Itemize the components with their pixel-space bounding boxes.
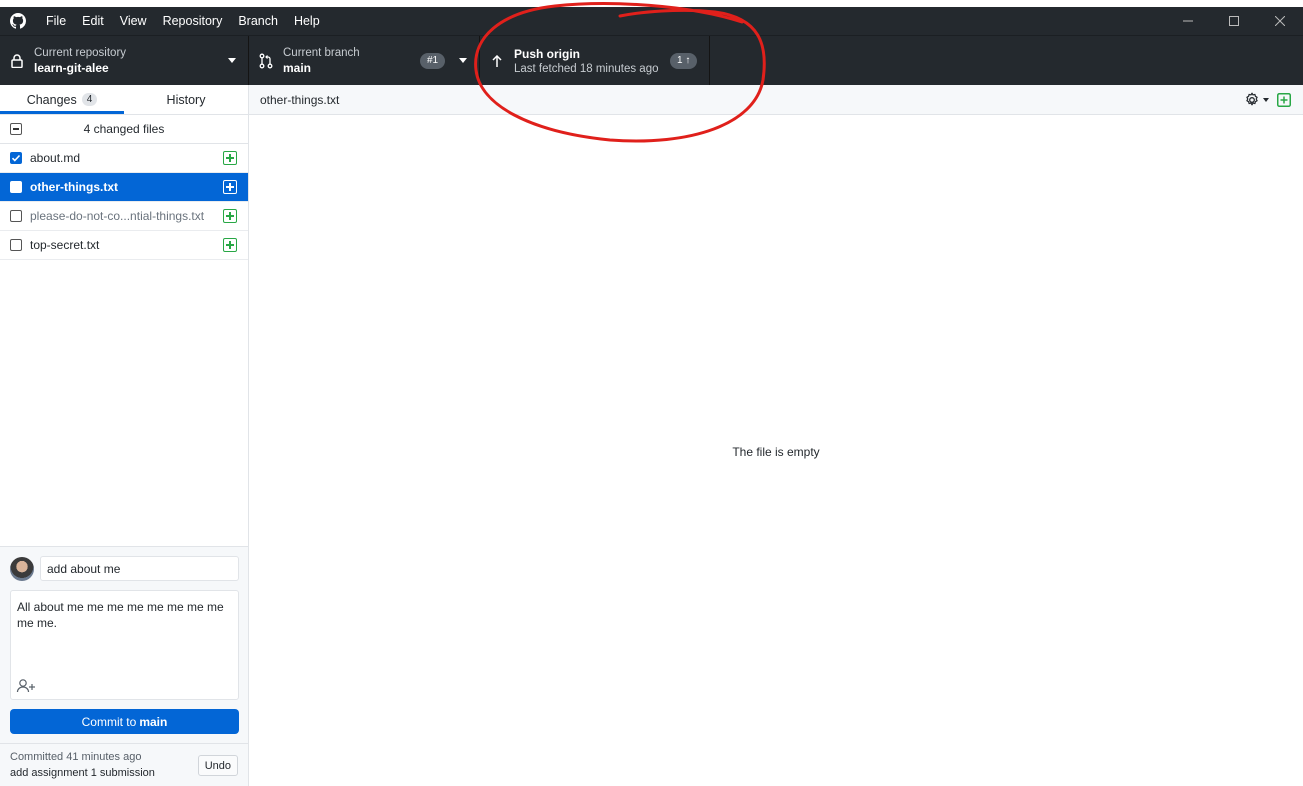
push-origin-button[interactable]: Push origin Last fetched 18 minutes ago …: [480, 36, 710, 86]
github-logo-icon: [0, 7, 36, 35]
file-row[interactable]: other-things.txt: [0, 173, 248, 202]
arrow-up-icon: [480, 55, 514, 67]
push-subtitle: Last fetched 18 minutes ago: [514, 63, 659, 75]
diff-file-path: other-things.txt: [260, 92, 340, 107]
file-added-icon: [1277, 93, 1291, 110]
sidebar-tabs: Changes 4 History: [0, 85, 248, 115]
diff-panel: other-things.txt The file is empty: [249, 85, 1303, 786]
empty-file-message: The file is empty: [732, 445, 820, 459]
avatar: [10, 557, 34, 581]
menu-file[interactable]: File: [36, 7, 74, 35]
add-coauthor-icon[interactable]: [16, 678, 36, 694]
file-added-icon: [223, 151, 237, 165]
chevron-down-icon: [1263, 98, 1269, 102]
repository-label: Current repository: [34, 47, 127, 59]
file-added-icon: [223, 209, 237, 223]
close-icon[interactable]: [1257, 7, 1303, 35]
file-name: other-things.txt: [30, 180, 118, 194]
chevron-down-icon: [459, 58, 467, 63]
branch-icon: [249, 53, 283, 69]
commit-summary-input[interactable]: [40, 556, 239, 581]
pull-request-badge[interactable]: #1: [420, 53, 446, 69]
changes-count-badge: 4: [81, 93, 98, 106]
branch-name: main: [283, 61, 312, 75]
file-checkbox[interactable]: [10, 181, 22, 193]
checkmark-icon: [11, 154, 21, 162]
file-row[interactable]: top-secret.txt: [0, 231, 248, 260]
file-name: please-do-not-co...ntial-things.txt: [30, 209, 205, 223]
commits-ahead-badge: 1 ↑: [670, 53, 698, 69]
sidebar: Changes 4 History 4 changed files about.…: [0, 85, 249, 786]
file-name: about.md: [30, 151, 81, 165]
commit-button-label: Commit to: [81, 714, 137, 729]
diff-options-button[interactable]: [1244, 92, 1269, 108]
push-title: Push origin: [514, 47, 580, 61]
current-branch-button[interactable]: Current branch main #1: [249, 36, 480, 86]
menu-repository[interactable]: Repository: [155, 7, 231, 35]
maximize-icon[interactable]: [1211, 7, 1257, 35]
commit-button-branch: main: [139, 714, 168, 729]
file-name: top-secret.txt: [30, 238, 100, 252]
diff-header: other-things.txt: [249, 85, 1303, 115]
menu-view[interactable]: View: [112, 7, 155, 35]
last-commit-time: Committed 41 minutes ago: [10, 751, 142, 763]
toolbar: Current repository learn-git-alee Curren…: [0, 35, 1303, 86]
last-commit-panel: Committed 41 minutes ago add assignment …: [0, 743, 248, 786]
tab-changes-label: Changes: [26, 92, 77, 107]
file-checkbox[interactable]: [10, 210, 22, 222]
file-row[interactable]: about.md: [0, 144, 248, 173]
menu-help[interactable]: Help: [286, 7, 328, 35]
file-added-icon: [223, 238, 237, 252]
title-bar: File Edit View Repository Branch Help: [0, 7, 1303, 35]
current-repository-button[interactable]: Current repository learn-git-alee: [0, 36, 249, 86]
file-checkbox[interactable]: [10, 152, 22, 164]
last-commit-message: add assignment 1 submission: [10, 767, 155, 779]
tab-history[interactable]: History: [124, 85, 248, 114]
menu-edit[interactable]: Edit: [74, 7, 112, 35]
menu-bar: File Edit View Repository Branch Help: [36, 7, 328, 35]
chevron-down-icon: [228, 58, 236, 63]
repository-name: learn-git-alee: [34, 61, 109, 75]
file-added-icon: [223, 180, 237, 194]
tab-history-label: History: [166, 92, 206, 107]
minimize-icon[interactable]: [1165, 7, 1211, 35]
file-row[interactable]: please-do-not-co...ntial-things.txt: [0, 202, 248, 231]
tab-changes[interactable]: Changes 4: [0, 85, 124, 114]
commit-description-field[interactable]: All about me me me me me me me me me me.: [10, 590, 239, 700]
undo-button[interactable]: Undo: [197, 755, 238, 776]
gear-icon: [1246, 92, 1258, 106]
menu-branch[interactable]: Branch: [230, 7, 286, 35]
file-checkbox[interactable]: [10, 239, 22, 251]
lock-icon: [0, 54, 34, 68]
commit-description-text: All about me me me me me me me me me me.: [17, 600, 224, 630]
changed-files-count: 4 changed files: [83, 122, 165, 136]
branch-label: Current branch: [283, 47, 360, 59]
window-controls: [1165, 7, 1303, 35]
select-all-checkbox[interactable]: [10, 123, 22, 135]
commit-button[interactable]: Commit to main: [10, 709, 239, 734]
commit-form: All about me me me me me me me me me me.…: [0, 546, 248, 743]
changes-header: 4 changed files: [0, 115, 248, 144]
